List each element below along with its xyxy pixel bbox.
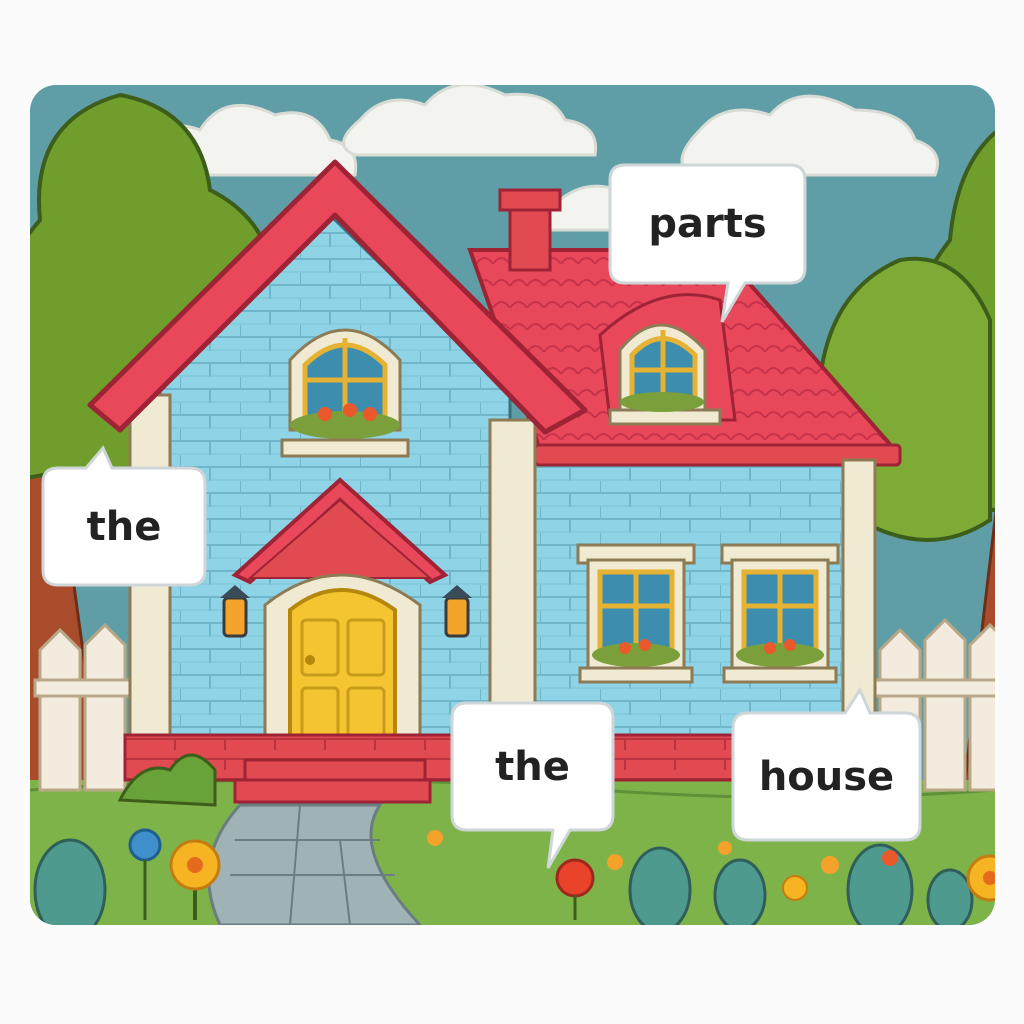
window-right-2 xyxy=(720,543,840,684)
bubble-text: house xyxy=(758,753,895,800)
speech-bubble-the-bottom: the xyxy=(452,703,613,830)
bubble-text: the xyxy=(495,743,570,790)
speech-bubble-house: house xyxy=(733,713,920,840)
chimney-icon xyxy=(498,188,562,272)
bubble-text: parts xyxy=(648,201,767,247)
speech-bubble-the-left: the xyxy=(43,468,205,585)
window-right-1 xyxy=(576,543,696,684)
bubble-text: the xyxy=(86,503,162,550)
speech-bubble-parts: parts xyxy=(610,165,805,283)
